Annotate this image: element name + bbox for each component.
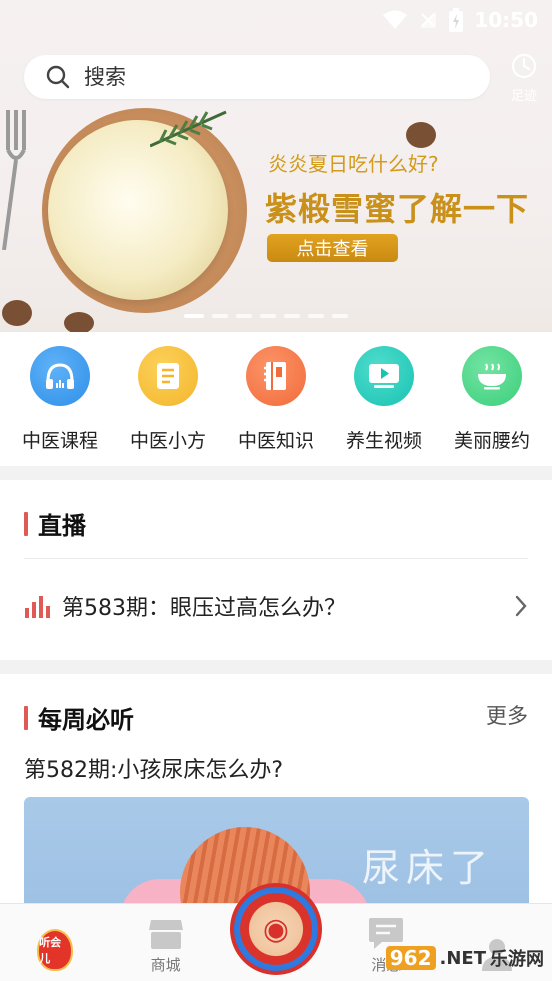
section-title: 直播 [38, 512, 86, 540]
tab-store[interactable]: 商城 [121, 918, 211, 975]
live-episode-row[interactable]: 第583期：眼压过高怎么办？ [24, 590, 528, 622]
banner-pagination [184, 314, 348, 318]
section-title: 每周必听 [38, 706, 134, 734]
accent-bar [24, 511, 28, 536]
footprint-label: 足迹 [510, 89, 537, 104]
watermark-suffix: .NET [439, 947, 486, 969]
search-input[interactable] [84, 65, 444, 89]
battery-icon [449, 8, 464, 32]
pinecone-decoration [2, 300, 32, 326]
live-section-header: 直播 [24, 506, 86, 541]
accent-bar [24, 705, 28, 730]
pagination-dot [184, 314, 204, 318]
live-section: 直播 第583期：眼压过高怎么办？ [0, 480, 552, 660]
document-icon [138, 346, 198, 406]
more-link[interactable]: 更多 [486, 700, 528, 730]
pagination-dot [260, 314, 276, 318]
video-play-icon [354, 346, 414, 406]
clock-icon [511, 53, 537, 79]
pagination-dot [212, 314, 228, 318]
listen-badge-icon: 听会儿 [37, 929, 74, 971]
category-label: 养生视频 [345, 430, 422, 452]
banner-cta-button[interactable]: 点击查看 [267, 234, 398, 262]
wifi-icon [383, 10, 408, 29]
center-feature-button[interactable]: ◉ [230, 883, 322, 975]
pagination-dot [284, 314, 300, 318]
pinecone-decoration [406, 122, 436, 148]
live-episode-title: 第583期：眼压过高怎么办？ [62, 596, 346, 621]
category-label: 中医课程 [21, 430, 98, 452]
audio-bars-icon [25, 596, 50, 618]
store-icon [148, 920, 183, 949]
headphones-icon [30, 346, 90, 406]
weekly-episode-title[interactable]: 第582期:小孩尿床怎么办? [24, 752, 283, 784]
clock: 10:50 [474, 8, 538, 32]
divider [24, 558, 528, 559]
center-feature-icon: ◉ [262, 911, 290, 947]
category-label: 中医小方 [129, 430, 206, 452]
pagination-dot [308, 314, 324, 318]
search-icon [46, 65, 70, 89]
weekly-section: 每周必听 更多 第582期:小孩尿床怎么办? 尿床了 [0, 674, 552, 937]
category-tcm-course[interactable]: 中医课程 [10, 346, 110, 466]
pinecone-decoration [64, 312, 94, 332]
tab-label: 商城 [150, 956, 181, 974]
pagination-dot [236, 314, 252, 318]
tab-listen[interactable]: 听会儿 [10, 929, 100, 975]
category-beauty-waist[interactable]: 美丽腰约 [442, 346, 542, 466]
category-label: 美丽腰约 [453, 430, 530, 452]
banner-headline: 紫椴雪蜜了解一下 [265, 190, 530, 228]
category-tcm-knowledge[interactable]: 中医知识 [226, 346, 326, 466]
chevron-right-icon [515, 595, 527, 617]
banner-subtitle: 炎炎夏日吃什么好? [268, 152, 439, 176]
footprint-button[interactable]: 足迹 [504, 52, 544, 104]
weekly-section-header: 每周必听 [24, 700, 134, 735]
app-screen: 炎炎夏日吃什么好? 紫椴雪蜜了解一下 点击查看 10:50 搜索 足迹 中医课程… [0, 0, 552, 981]
category-row: 中医课程 中医小方 中医知识 养生视频 美丽腰约 [0, 332, 552, 466]
watermark-brand: 962 [385, 946, 436, 970]
watermark-site: 乐游网 [490, 949, 544, 970]
category-health-video[interactable]: 养生视频 [334, 346, 434, 466]
rosemary-decoration [150, 110, 227, 148]
search-bar[interactable] [24, 55, 490, 99]
notebook-icon [246, 346, 306, 406]
site-watermark: 962 .NET 乐游网 [385, 945, 544, 971]
category-tcm-prescription[interactable]: 中医小方 [118, 346, 218, 466]
category-label: 中医知识 [237, 430, 314, 452]
bowl-icon [462, 346, 522, 406]
status-bar: 10:50 [0, 0, 552, 40]
thumbnail-title: 尿床了 [362, 846, 495, 890]
fork-decoration [2, 110, 26, 250]
promo-banner[interactable]: 炎炎夏日吃什么好? 紫椴雪蜜了解一下 点击查看 [0, 0, 552, 332]
no-signal-icon [420, 12, 437, 28]
pagination-dot [332, 314, 348, 318]
